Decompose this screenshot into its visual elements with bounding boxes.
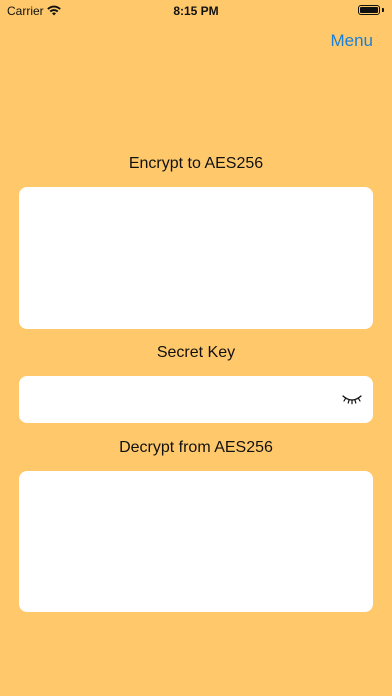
secret-key-input[interactable] bbox=[19, 376, 329, 423]
battery-fill bbox=[360, 7, 378, 13]
encrypt-text-area[interactable] bbox=[19, 187, 373, 329]
status-bar: Carrier 8:15 PM bbox=[0, 0, 392, 22]
secret-key-label: Secret Key bbox=[156, 344, 236, 361]
clock: 8:15 PM bbox=[173, 4, 219, 18]
secret-key-field bbox=[19, 376, 373, 423]
decrypt-label: Decrypt from AES256 bbox=[119, 439, 273, 456]
eye-closed-icon[interactable] bbox=[339, 388, 365, 410]
battery-icon bbox=[358, 5, 380, 15]
battery-nub bbox=[382, 8, 384, 12]
decrypt-text-area[interactable] bbox=[19, 471, 373, 612]
encrypt-label: Encrypt to AES256 bbox=[128, 155, 264, 172]
menu-button[interactable]: Menu bbox=[330, 31, 373, 51]
